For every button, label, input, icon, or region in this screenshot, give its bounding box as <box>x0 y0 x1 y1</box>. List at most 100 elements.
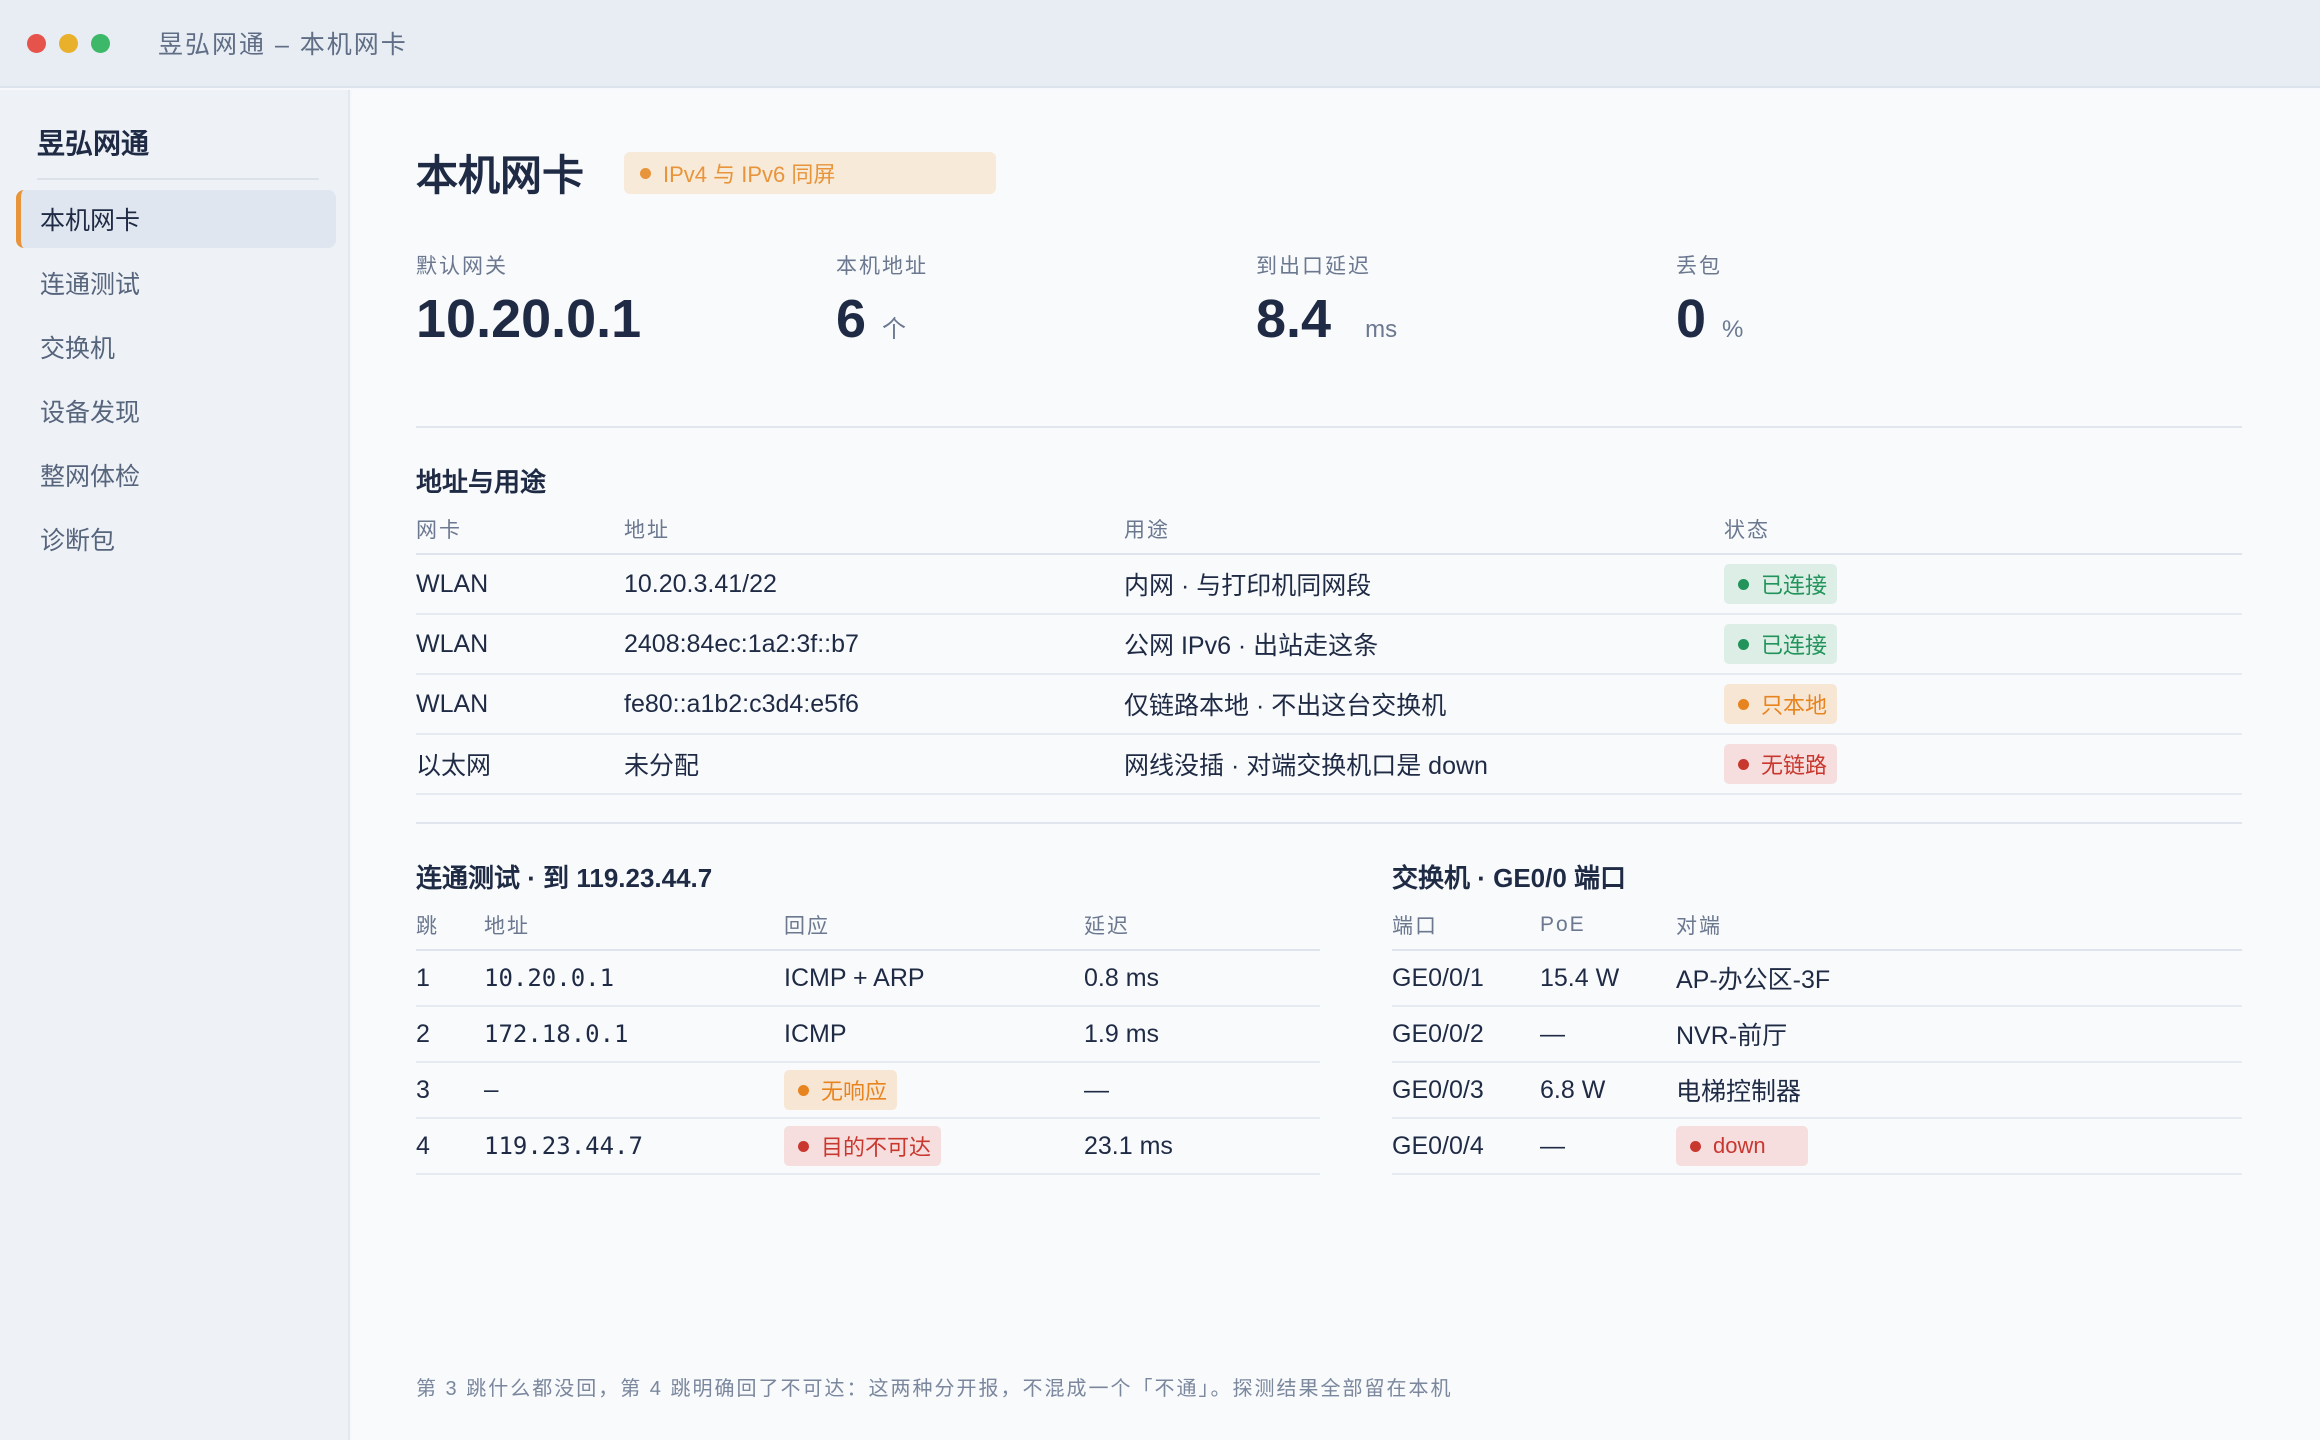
hop-address-cell: — <box>484 1062 784 1119</box>
table-row[interactable]: WLAN fe80::a1b2:c3d4:e5f6 仅链路本地 · 不出这台交换… <box>416 674 2242 735</box>
table-row[interactable]: 2 172.18.0.1 ICMP 1.9 ms <box>416 1006 1320 1063</box>
status-badge: 只本地 <box>1724 684 1838 724</box>
latency-cell: 1.9 ms <box>1084 1006 1320 1063</box>
hop-address-cell: 10.20.0.1 <box>484 950 784 1007</box>
table-row[interactable]: GE0/0/1 15.4 W AP-办公区-3F <box>1392 950 2242 1007</box>
status-dot-icon <box>1738 698 1749 710</box>
reply-cell: 目的不可达 <box>784 1118 1084 1175</box>
peer-cell: NVR-前厅 <box>1676 1006 2242 1063</box>
status-badge: 无链路 <box>1724 744 1838 784</box>
usage-cell: 公网 IPv6 · 出站走这条 <box>1124 614 1724 675</box>
window-title: 昱弘网通 – 本机网卡 <box>158 31 408 59</box>
table-header-row: 端口 PoE 对端 <box>1392 900 2242 951</box>
status-cell: 只本地 <box>1724 674 2242 735</box>
status-dot-icon <box>798 1140 809 1152</box>
nic-cell: WLAN <box>416 554 624 615</box>
table-row[interactable]: GE0/0/2 — NVR-前厅 <box>1392 1006 2242 1063</box>
status-dot-icon <box>1738 758 1749 770</box>
addresses-table: 网卡 地址 用途 状态 WLAN 10.20.3.41/22 内网 · 与打印机… <box>416 504 2242 795</box>
trace-section-title: 连通测试 · 到 119.23.44.7 <box>416 863 713 893</box>
status-dot-icon <box>798 1084 809 1096</box>
poe-cell: 6.8 W <box>1540 1062 1676 1119</box>
table-row[interactable]: 以太网 未分配 网线没插 · 对端交换机口是 down 无链路 <box>416 734 2242 795</box>
status-cell: 已连接 <box>1724 614 2242 675</box>
port-cell: GE0/0/3 <box>1392 1062 1540 1119</box>
ip-mode-label: IPv4 与 IPv6 同屏 <box>663 162 836 187</box>
address-cell: fe80::a1b2:c3d4:e5f6 <box>624 674 1124 735</box>
close-window-button[interactable] <box>27 33 46 53</box>
table-row[interactable]: GE0/0/3 6.8 W 电梯控制器 <box>1392 1062 2242 1119</box>
app-window: 昱弘网通 – 本机网卡 昱弘网通 本机网卡 连通测试 交换机 设备发现 整网体检… <box>0 0 2320 1440</box>
column-header: 回应 <box>784 900 1084 951</box>
brand-name: 昱弘网通 <box>37 128 150 159</box>
peer-cell: 电梯控制器 <box>1676 1062 2242 1119</box>
status-label: 已连接 <box>1761 573 1828 598</box>
sidebar-nav: 本机网卡 连通测试 交换机 设备发现 整网体检 诊断包 <box>16 190 336 574</box>
stat-label: 到出口延迟 <box>1256 255 1371 278</box>
table-row[interactable]: WLAN 10.20.3.41/22 内网 · 与打印机同网段 已连接 <box>416 554 2242 615</box>
sidebar-item-switch[interactable]: 交换机 <box>16 318 336 376</box>
reply-badge: 目的不可达 <box>784 1126 942 1166</box>
port-cell: GE0/0/4 <box>1392 1118 1540 1175</box>
peer-cell: AP-办公区-3F <box>1676 950 2242 1007</box>
main-content: 本机网卡 IPv4 与 IPv6 同屏 默认网关 10.20.0.1 本机地址 … <box>352 90 2320 1440</box>
status-dot-icon <box>1738 638 1749 650</box>
section-divider <box>416 426 2242 428</box>
port-cell: GE0/0/2 <box>1392 1006 1540 1063</box>
column-header: PoE <box>1540 900 1676 951</box>
usage-cell: 网线没插 · 对端交换机口是 down <box>1124 734 1724 795</box>
table-row[interactable]: 1 10.20.0.1 ICMP + ARP 0.8 ms <box>416 950 1320 1007</box>
column-header: 延迟 <box>1084 900 1320 951</box>
stat-label: 丢包 <box>1676 255 1722 278</box>
status-cell: 已连接 <box>1724 554 2242 615</box>
hop-address-cell: 119.23.44.7 <box>484 1118 784 1175</box>
table-row[interactable]: WLAN 2408:84ec:1a2:3f::b7 公网 IPv6 · 出站走这… <box>416 614 2242 675</box>
sidebar-item-connectivity[interactable]: 连通测试 <box>16 254 336 312</box>
stat-value: 0 <box>1676 289 1707 349</box>
ip-mode-badge: IPv4 与 IPv6 同屏 <box>624 152 996 194</box>
nic-cell: WLAN <box>416 674 624 735</box>
status-badge: 已连接 <box>1724 624 1838 664</box>
poe-cell: — <box>1540 1118 1676 1175</box>
reply-cell: ICMP <box>784 1006 1084 1063</box>
switch-section-title: 交换机 · GE0/0 端口 <box>1392 863 1627 893</box>
status-dot-icon <box>640 167 651 179</box>
stat-value: 6 <box>836 289 867 349</box>
hop-cell: 1 <box>416 950 484 1007</box>
status-badge: 已连接 <box>1724 564 1838 604</box>
table-row[interactable]: 3 — 无响应 — <box>416 1062 1320 1119</box>
sidebar-item-nic[interactable]: 本机网卡 <box>16 190 336 248</box>
latency-cell: 23.1 ms <box>1084 1118 1320 1175</box>
minimize-window-button[interactable] <box>59 33 78 53</box>
sidebar-item-health-check[interactable]: 整网体检 <box>16 446 336 504</box>
status-cell: 无链路 <box>1724 734 2242 795</box>
table-header-row: 网卡 地址 用途 状态 <box>416 504 2242 555</box>
reply-label: 无响应 <box>821 1079 888 1104</box>
sidebar: 昱弘网通 本机网卡 连通测试 交换机 设备发现 整网体检 诊断包 <box>0 90 350 1440</box>
section-divider <box>416 822 2242 824</box>
sidebar-item-discovery[interactable]: 设备发现 <box>16 382 336 440</box>
stat-local-addresses: 本机地址 6 个 <box>836 250 928 350</box>
table-header-row: 跳 地址 回应 延迟 <box>416 900 1320 951</box>
reply-label: 目的不可达 <box>821 1135 932 1160</box>
footnote: 第 3 跳什么都没回，第 4 跳明确回了不可达：这两种分开报，不混成一个「不通」… <box>416 1378 1453 1400</box>
column-header: 网卡 <box>416 504 624 555</box>
table-row[interactable]: 4 119.23.44.7 目的不可达 23.1 ms <box>416 1118 1320 1175</box>
stat-value: 10.20.0.1 <box>416 289 642 349</box>
stat-unit: ms <box>1365 316 1398 343</box>
hop-cell: 2 <box>416 1006 484 1063</box>
sidebar-item-diagnostics[interactable]: 诊断包 <box>16 510 336 568</box>
table-row[interactable]: GE0/0/4 — down <box>1392 1118 2242 1175</box>
stat-egress-latency: 到出口延迟 8.4 ms <box>1256 250 1397 350</box>
usage-cell: 仅链路本地 · 不出这台交换机 <box>1124 674 1724 735</box>
peer-status-label: down <box>1713 1133 1766 1158</box>
hop-cell: 3 <box>416 1062 484 1119</box>
column-header: 地址 <box>484 900 784 951</box>
column-header: 地址 <box>624 504 1124 555</box>
address-cell: 未分配 <box>624 734 1124 795</box>
stat-gateway: 默认网关 10.20.0.1 <box>416 250 641 350</box>
maximize-window-button[interactable] <box>91 33 110 53</box>
port-cell: GE0/0/1 <box>1392 950 1540 1007</box>
status-label: 已连接 <box>1761 633 1828 658</box>
stat-packet-loss: 丢包 0 % <box>1676 250 1743 350</box>
